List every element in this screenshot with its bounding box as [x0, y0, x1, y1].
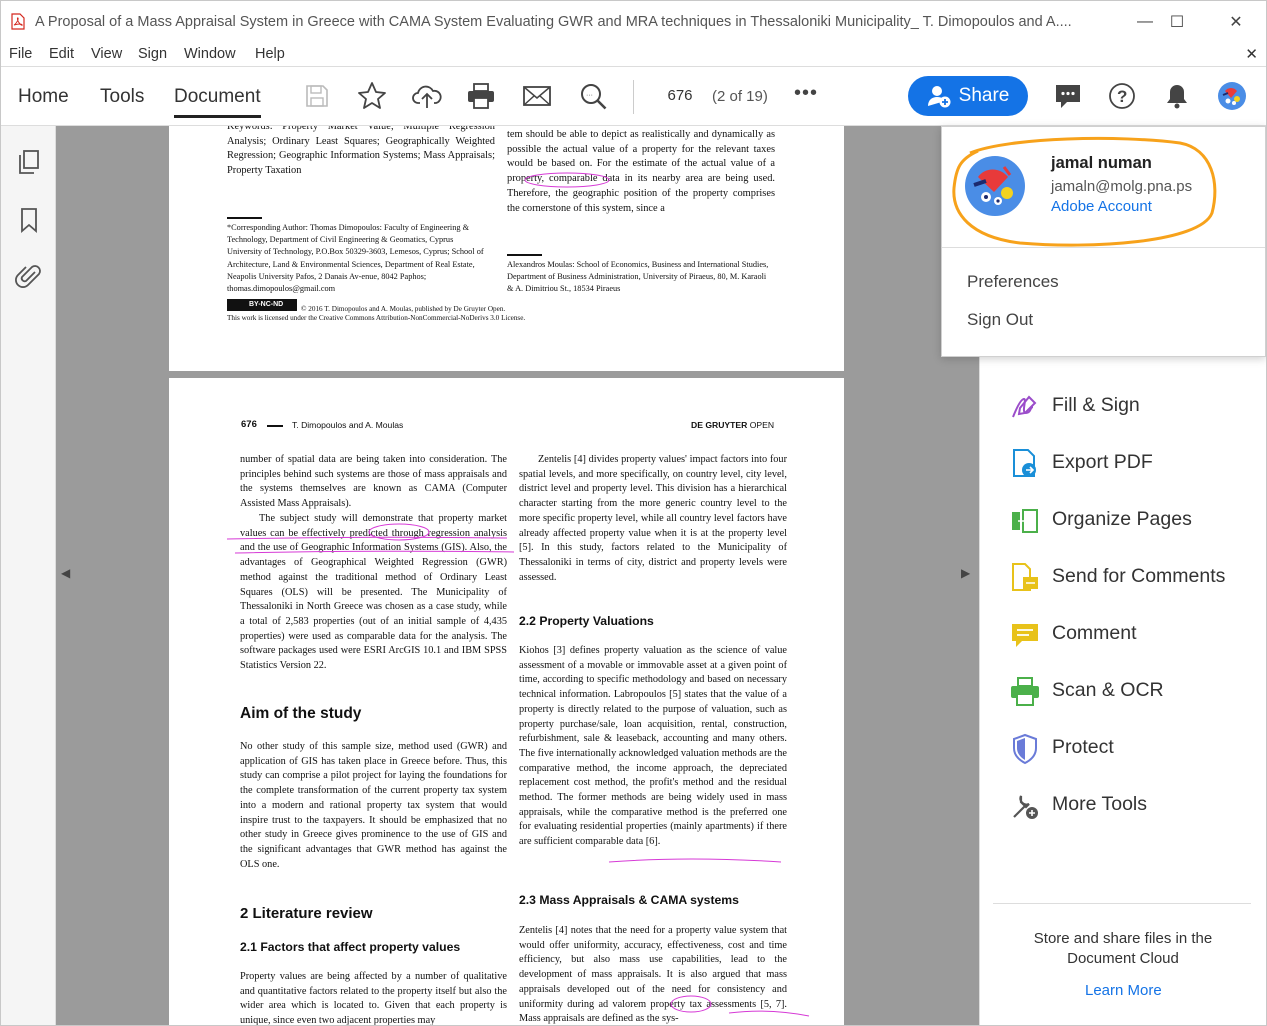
export-pdf-icon [1013, 449, 1036, 477]
preferences-menu-item[interactable]: Preferences [967, 272, 1059, 292]
svg-text:?: ? [1117, 87, 1127, 106]
second-author-note: Alexandros Moulas: School of Economics, … [507, 260, 769, 294]
tool-more-tools-label: More Tools [1052, 792, 1148, 815]
save-icon[interactable] [301, 80, 333, 112]
attachments-icon[interactable] [15, 262, 43, 290]
menu-edit[interactable]: Edit [49, 46, 74, 62]
protect-icon [1013, 733, 1037, 765]
share-label: Share [958, 85, 1010, 106]
user-avatar-icon[interactable] [1216, 80, 1248, 112]
print-icon[interactable] [465, 80, 497, 112]
cloud-promo-text: Store and share files in the Document Cl… [1033, 930, 1213, 967]
learn-more-link[interactable]: Learn More [1085, 982, 1162, 999]
menu-file[interactable]: File [9, 46, 32, 62]
window-title: A Proposal of a Mass Appraisal System in… [35, 14, 1072, 30]
page-number-input[interactable]: 676 [656, 82, 704, 110]
footnote-rule [227, 217, 262, 219]
menu-sign[interactable]: Sign [138, 46, 167, 62]
license-line-2: This work is licensed under the Creative… [227, 314, 526, 322]
notifications-bell-icon[interactable] [1161, 80, 1193, 112]
popup-divider [942, 247, 1265, 248]
add-user-icon [927, 86, 951, 108]
menu-view[interactable]: View [91, 46, 122, 62]
svg-text:···: ··· [586, 92, 593, 99]
fill-sign-icon [1012, 395, 1037, 418]
tool-organize-pages-label: Organize Pages [1052, 507, 1192, 530]
highlight-circle-annotation [952, 136, 1217, 247]
menu-help[interactable]: Help [255, 46, 285, 62]
maximize-button[interactable]: ☐ [1157, 9, 1197, 35]
menu-window[interactable]: Window [184, 46, 236, 62]
page-thumbnails-icon[interactable] [15, 148, 43, 176]
email-icon[interactable] [521, 80, 553, 112]
tool-send-for-comments-label: Send for Comments [1052, 564, 1226, 587]
chat-comments-icon[interactable] [1052, 80, 1084, 112]
ink-annotation [524, 172, 610, 188]
keywords-text: Keywords: Property Market Value; Multipl… [227, 126, 495, 176]
more-tools-icon [1013, 795, 1038, 819]
pdf-page-1: Keywords: Property Market Value; Multipl… [169, 126, 844, 371]
close-document-button[interactable]: ✕ [1245, 45, 1258, 63]
cc-license-badge: BY-NC-ND [227, 299, 297, 311]
corresponding-author-note: *Corresponding Author: Thomas Dimopoulos… [227, 223, 484, 294]
cloud-upload-icon[interactable] [411, 80, 443, 112]
bookmark-star-icon[interactable] [356, 80, 388, 112]
find-zoom-icon[interactable]: ··· [577, 80, 609, 112]
pdf-file-icon [11, 13, 25, 30]
tab-home[interactable]: Home [18, 86, 69, 108]
help-icon[interactable]: ? [1106, 80, 1138, 112]
comment-icon [1012, 624, 1038, 647]
license-line-1: © 2016 T. Dimopoulos and A. Moulas, publ… [301, 305, 506, 313]
account-popup-menu: jamal numan jamaln@molg.pna.ps Adobe Acc… [941, 126, 1266, 357]
scan-ocr-icon [1011, 677, 1039, 706]
tool-protect-label: Protect [1052, 735, 1114, 758]
toolbar-divider [633, 80, 634, 114]
title-bar: A Proposal of a Mass Appraisal System in… [1, 1, 1266, 43]
tab-tools[interactable]: Tools [100, 86, 144, 108]
tool-comment-label: Comment [1052, 621, 1137, 644]
collapse-right-panel-icon[interactable]: ▶ [961, 566, 970, 580]
close-window-button[interactable]: ✕ [1216, 9, 1256, 35]
tool-fill-sign-label: Fill & Sign [1052, 393, 1140, 416]
tool-export-pdf-label: Export PDF [1052, 450, 1153, 473]
more-options-button[interactable]: ••• [794, 82, 818, 105]
page-count: (2 of 19) [712, 88, 768, 105]
left-navigation-rail [1, 126, 56, 1025]
collapse-left-panel-icon[interactable]: ◀ [61, 566, 70, 580]
acrobat-window: A Proposal of a Mass Appraisal System in… [0, 0, 1267, 1026]
send-comments-icon [1012, 563, 1038, 591]
sign-out-menu-item[interactable]: Sign Out [967, 310, 1033, 330]
tool-scan-ocr-label: Scan & OCR [1052, 678, 1164, 701]
main-toolbar: Home Tools Document ··· 676 (2 of 19) ••… [1, 68, 1266, 126]
bookmarks-icon[interactable] [15, 206, 43, 234]
footnote-rule-2 [507, 254, 542, 256]
menu-bar: File Edit View Sign Window Help ✕ [1, 43, 1266, 67]
panel-divider [993, 903, 1251, 904]
pdf-page-2: 676 T. Dimopoulos and A. Moulas DE GRUYT… [169, 378, 844, 1025]
tab-document[interactable]: Document [174, 86, 261, 118]
ink-annotations [226, 523, 810, 1017]
organize-pages-icon [1012, 509, 1038, 533]
share-button[interactable]: Share [908, 76, 1028, 116]
